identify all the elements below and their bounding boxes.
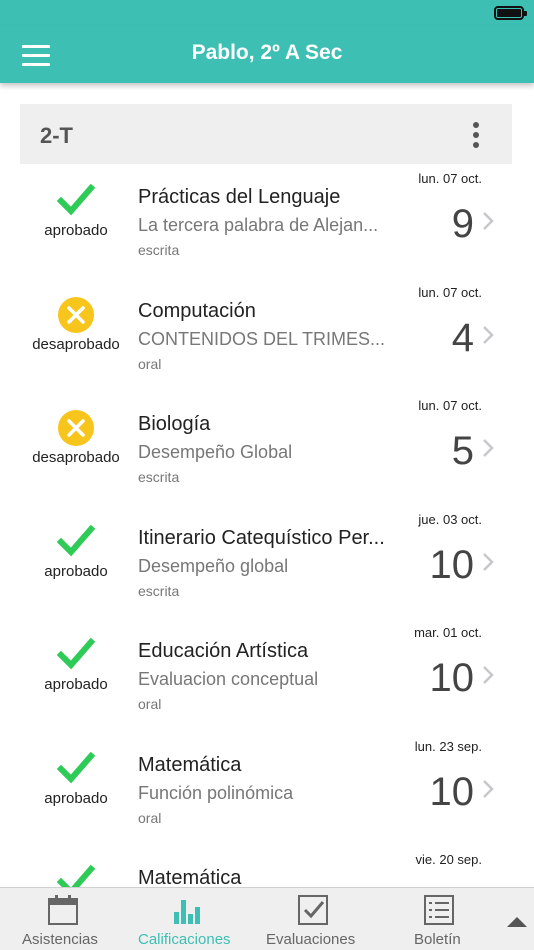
term-title: 2-T <box>40 123 73 148</box>
caret-up-icon[interactable] <box>507 916 527 928</box>
top-app-bar: Pablo, 2º A Sec <box>0 26 534 83</box>
status-bar <box>0 0 534 26</box>
grade-value: 10 <box>429 769 475 814</box>
subject-name: Matemática <box>138 867 242 887</box>
x-circle-icon <box>58 296 94 333</box>
status-label: aprobado <box>44 222 108 239</box>
status-label: aprobado <box>44 789 108 807</box>
grade-value: 10 <box>429 656 475 700</box>
evaluation-date: vie. 20 sep. <box>415 852 483 867</box>
tab-boletin[interactable]: Boletín <box>378 888 500 950</box>
subject-name: Biología <box>138 413 211 435</box>
status-indicator: desaprobado <box>30 409 122 467</box>
check-icon <box>57 183 95 216</box>
status-indicator: aprobado <box>30 750 122 808</box>
calendar-icon <box>48 895 78 925</box>
status-label: aprobado <box>44 562 108 580</box>
subject-name: Prácticas del Lenguaje <box>138 186 341 208</box>
tab-calificaciones[interactable]: Calificaciones <box>126 888 252 950</box>
status-indicator: desaprobado <box>30 296 122 354</box>
evaluation-description: La tercera palabra de Alejan... <box>138 215 379 235</box>
grade-row[interactable]: aprobado Educación Artística Evaluacion co… <box>20 618 512 732</box>
status-indicator: aprobado <box>30 636 122 694</box>
report-list-icon <box>424 895 454 925</box>
evaluation-description: Función polinómica <box>138 782 294 803</box>
check-icon <box>57 524 95 556</box>
check-icon <box>57 637 95 670</box>
status-label: desaprobado <box>32 449 120 466</box>
term-section-header: 2-T <box>20 104 512 164</box>
evaluation-description: Desempeño Global <box>138 442 293 462</box>
grade-row[interactable]: desaprobado Biología Desempeño Global escri… <box>20 391 512 505</box>
chevron-right-icon <box>483 439 494 457</box>
grade-row[interactable]: aprobado Prácticas del Lenguaje La tercera… <box>20 164 512 278</box>
tab-label: Boletín <box>414 931 461 948</box>
grade-value: 9 <box>451 202 474 246</box>
evaluation-date: lun. 07 oct. <box>418 171 482 186</box>
tab-label: Asistencias <box>22 931 98 948</box>
evaluation-description: CONTENIDOS DEL TRIMES... <box>138 328 386 349</box>
evaluation-date: mar. 01 oct. <box>414 625 482 640</box>
subject-name: Computación <box>138 299 256 322</box>
grade-value: 10 <box>429 542 475 587</box>
grade-value: 5 <box>451 429 474 473</box>
check-icon <box>57 751 95 783</box>
evaluation-type: oral <box>138 809 162 826</box>
status-label: desaprobado <box>32 335 120 353</box>
chevron-right-icon <box>483 779 494 798</box>
bottom-tab-bar: Asistencias Calificaciones Evaluaciones … <box>0 887 534 950</box>
page-title: Pablo, 2º A Sec <box>191 41 343 64</box>
status-label: aprobado <box>44 676 108 693</box>
chevron-right-icon <box>483 666 494 684</box>
tab-label: Evaluaciones <box>266 931 356 948</box>
evaluation-type: escrita <box>138 469 180 485</box>
x-circle-icon <box>58 410 94 446</box>
status-indicator: aprobado <box>30 523 122 581</box>
tab-label: Calificaciones <box>138 931 231 948</box>
grade-row[interactable]: aprobado Matemática Función polinómica oral… <box>20 732 512 846</box>
evaluation-date: jue. 03 oct. <box>418 511 482 527</box>
evaluation-type: escrita <box>138 242 180 258</box>
more-vertical-icon[interactable] <box>466 122 486 148</box>
grade-row[interactable]: desaprobado Computación CONTENIDOS DEL TRI… <box>20 278 512 392</box>
tab-evaluaciones[interactable]: Evaluaciones <box>252 888 378 950</box>
evaluation-type: oral <box>138 355 162 372</box>
chevron-right-icon <box>483 552 494 571</box>
grades-list: aprobado Prácticas del Lenguaje La tercera… <box>20 164 512 887</box>
evaluation-description: Evaluacion conceptual <box>138 669 319 689</box>
evaluation-type: oral <box>138 696 162 712</box>
grade-row[interactable]: aprobado Matemática vie. 20 sep. <box>20 845 512 887</box>
status-indicator: aprobado <box>30 863 122 887</box>
evaluation-description: Desempeño global <box>138 555 289 576</box>
tab-asistencias[interactable]: Asistencias <box>0 888 126 950</box>
grade-value: 4 <box>451 315 474 360</box>
chevron-right-icon <box>483 212 494 230</box>
bar-chart-icon <box>174 900 200 924</box>
subject-name: Itinerario Catequístico Per... <box>138 526 385 549</box>
subject-name: Matemática <box>138 753 242 776</box>
evaluation-date: lun. 07 oct. <box>418 284 482 300</box>
subject-name: Educación Artística <box>138 640 309 662</box>
evaluation-type: escrita <box>138 582 180 599</box>
checkbox-icon <box>298 895 328 925</box>
evaluation-date: lun. 07 oct. <box>418 398 482 413</box>
chevron-right-icon <box>483 325 494 344</box>
grade-row[interactable]: aprobado Itinerario Catequístico Per... De… <box>20 505 512 619</box>
evaluation-date: lun. 23 sep. <box>414 738 482 754</box>
battery-icon <box>494 6 527 20</box>
check-icon <box>57 864 95 887</box>
status-indicator: aprobado <box>30 182 122 240</box>
